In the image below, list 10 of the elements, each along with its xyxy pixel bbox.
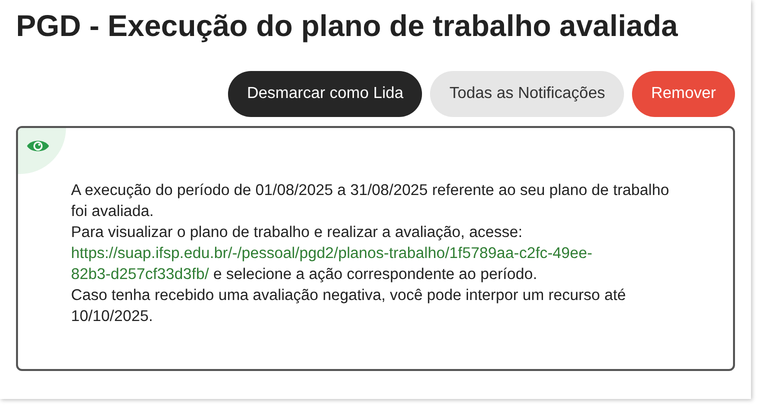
url-link[interactable]: https://suap.ifsp.edu.br/-/pessoal/pgd2/planos-trabalho/1f5789aa-c2fc-49ee- <box>71 245 592 262</box>
message-text: Para visualizar o plano de trabalho e realizar a avaliação, acesse: https://suap.ifsp.edu.br/-/pessoal/pgd2/planos-trabalho/1f5789aa-c2fc-49ee- 82b3-d257cf33d3fb/ e selecione a ação correspondente ao período. <box>71 223 594 285</box>
action-button[interactable]: Todas as Notificações <box>430 71 624 117</box>
page-title: PGD - Execução do plano de trabalho avaliada <box>16 9 679 44</box>
action-button[interactable]: Desmarcar como Lida <box>228 71 422 117</box>
message-text: A execução do período de 01/08/2025 a 31/08/2025 referente ao seu plano de trabalho foi avaliada. <box>71 181 670 222</box>
action-button[interactable]: Remover <box>632 71 735 117</box>
url-link[interactable]: 82b3-d257cf33d3fb/ <box>71 266 209 283</box>
message-text: Caso tenha recebido uma avaliação negativa, você pode interpor um recurso até 10/10/2025. <box>71 286 627 327</box>
eye-icon <box>26 138 50 154</box>
